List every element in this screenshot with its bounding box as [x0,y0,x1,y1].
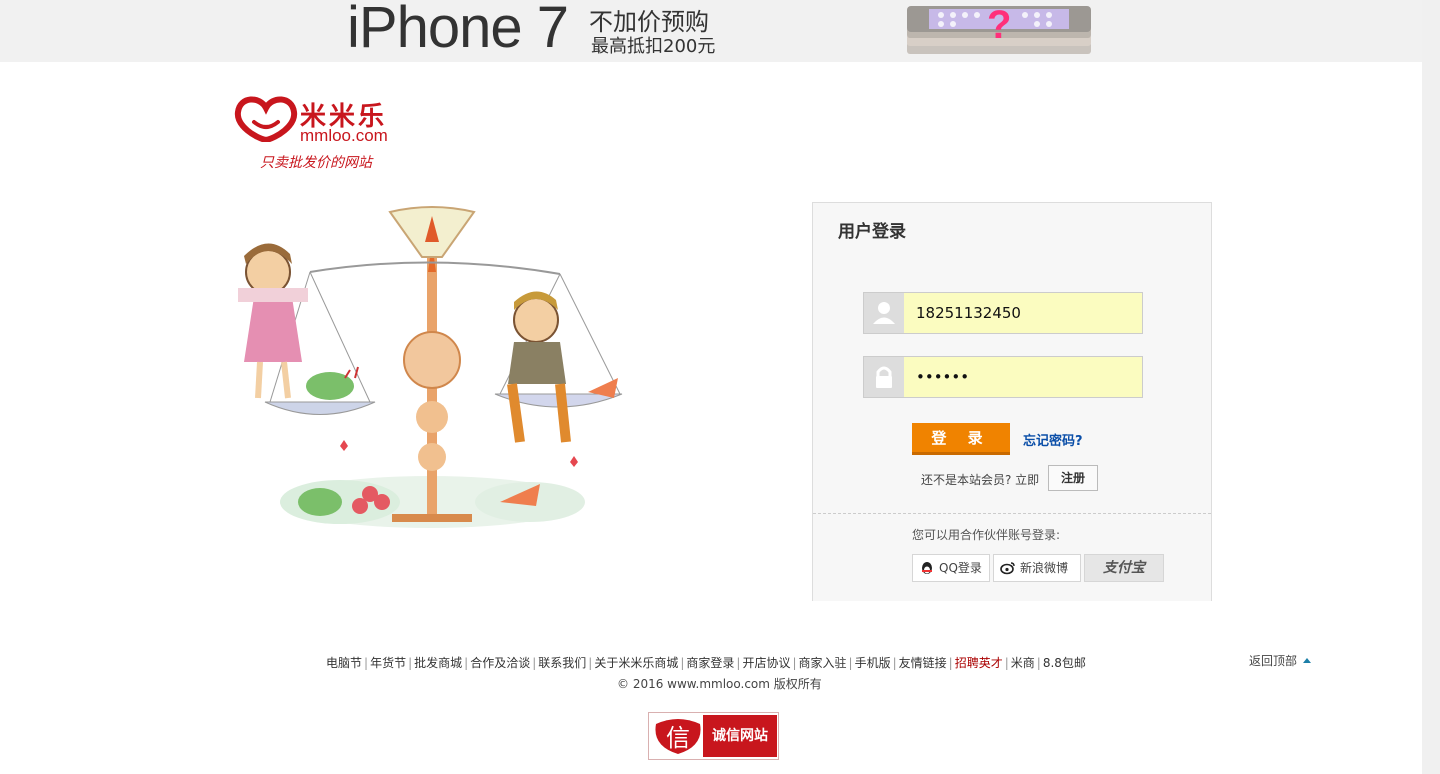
qq-login-label: QQ登录 [939,561,982,575]
password-field[interactable]: •••••• [863,356,1143,398]
footer-separator: | [680,656,685,670]
up-arrow-icon [1303,658,1312,663]
banner-promo-line2: 最高抵扣200元 [591,36,716,57]
divider [813,513,1211,514]
footer-separator: | [736,656,741,670]
footer-separator: | [1036,656,1041,670]
footer-link[interactable]: 手机版 [855,656,891,670]
weibo-login-button[interactable]: 新浪微博 [993,554,1081,582]
footer-link[interactable]: 米商 [1011,656,1035,670]
footer-link[interactable]: 商家入驻 [799,656,847,670]
qq-penguin-icon [922,562,932,574]
trust-website-badge[interactable]: 信 诚信网站 [648,712,779,760]
login-button[interactable]: 登 录 [912,423,1010,455]
qq-login-button[interactable]: QQ登录 [912,554,990,582]
alipay-login-button[interactable]: 支付宝 [1084,554,1164,582]
footer-separator: | [792,656,797,670]
footer-separator: | [848,656,853,670]
footer-separator: | [532,656,537,670]
footer-separator: | [408,656,413,670]
footer-link[interactable]: 关于米米乐商城 [594,656,678,670]
login-panel: 用户登录 18251132450 •••••• 登 录 忘记密码? 还不是本站会… [812,202,1212,601]
footer-link[interactable]: 友情链接 [899,656,947,670]
scrollbar[interactable] [1422,0,1440,774]
weibo-icon [1000,562,1015,575]
not-member-text: 还不是本站会员? 立即 [921,473,1040,487]
footer-separator: | [464,656,469,670]
footer-separator: | [588,656,593,670]
register-button[interactable]: 注册 [1048,465,1098,491]
heart-logo-icon [234,96,298,142]
svg-text:?: ? [987,4,1011,47]
partner-login-text: 您可以用合作伙伴账号登录: [912,528,1061,542]
promo-banner[interactable]: iPhone 7 不加价预购 最高抵扣200元 ? [0,0,1422,62]
footer-link[interactable]: 商家登录 [686,656,734,670]
main-content: 米米乐 mmloo.com 只卖批发价的网站 用户登录 18251132450 … [0,62,1422,774]
alipay-login-label: 支付宝 [1103,560,1145,576]
trust-seal-icon: 信 [652,716,704,756]
site-logo[interactable]: 米米乐 mmloo.com 只卖批发价的网站 [234,94,414,178]
footer-link[interactable]: 年货节 [370,656,406,670]
weibo-login-label: 新浪微博 [1020,561,1069,575]
footer-link[interactable]: 8.8包邮 [1043,656,1086,670]
logo-slogan: 只卖批发价的网站 [260,155,372,171]
forgot-password-link[interactable]: 忘记密码? [1023,430,1083,449]
username-value[interactable]: 18251132450 [916,304,1021,322]
footer-link[interactable]: 电脑节 [326,656,362,670]
user-icon [864,293,904,333]
footer-link[interactable]: 开店协议 [742,656,790,670]
password-value[interactable]: •••••• [916,368,969,386]
page: iPhone 7 不加价预购 最高抵扣200元 ? 米米乐 mmloo.com [0,0,1440,774]
back-to-top-link[interactable]: 返回顶部 [1249,652,1312,669]
footer-link[interactable]: 合作及洽谈 [470,656,530,670]
balance-scale-illustration [238,206,623,528]
lock-icon [864,357,904,397]
trust-badge-label: 诚信网站 [703,715,777,757]
trust-seal-glyph: 信 [666,724,690,752]
footer-link[interactable]: 批发商城 [414,656,462,670]
footer-link[interactable]: 联系我们 [538,656,586,670]
username-field[interactable]: 18251132450 [863,292,1143,334]
logo-domain-text: mmloo.com [300,126,388,145]
login-title: 用户登录 [838,222,906,242]
phones-stack-image: ? [907,4,1091,54]
banner-model: iPhone 7 [347,0,569,60]
footer-separator: | [948,656,953,670]
footer-separator: | [1004,656,1009,670]
back-to-top-label: 返回顶部 [1249,654,1298,668]
footer-links: 电脑节 | 年货节 | 批发商城 | 合作及洽谈 | 联系我们 | 关于米米乐商城 | 商家登录 | 开店协… [326,654,1086,671]
copyright: © 2016 www.mmloo.com 版权所有 [617,677,822,691]
footer-separator: | [364,656,369,670]
footer-link[interactable]: 招聘英才 [955,656,1003,670]
footer-separator: | [892,656,897,670]
